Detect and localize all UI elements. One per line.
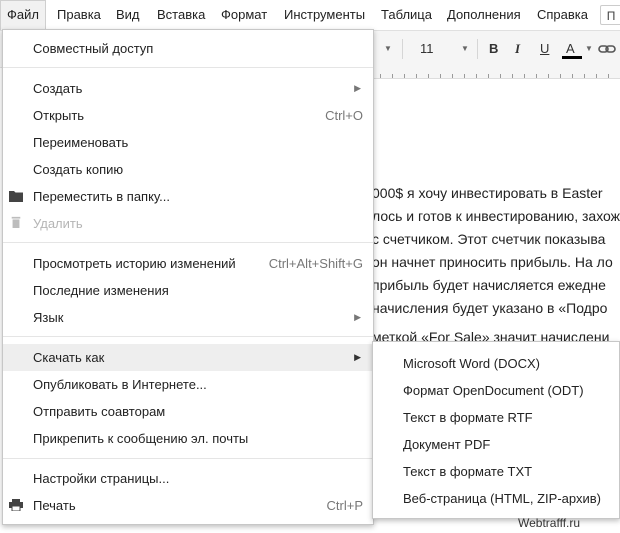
font-size-value[interactable]: 11 (420, 31, 434, 67)
menu-separator (3, 67, 373, 68)
menu-item-label: Язык (33, 310, 64, 325)
doc-line: лось и готов к инвестированию, захож (372, 208, 620, 224)
submenu-item-label: Документ PDF (403, 437, 491, 452)
text-color-dropdown-arrow-icon[interactable]: ▼ (585, 31, 593, 67)
submenu-item-label: Текст в формате RTF (403, 410, 533, 425)
menu-item-download-as[interactable]: Скачать как ▶ (3, 344, 373, 371)
menu-edit[interactable]: Правка (51, 0, 107, 30)
menu-item-label: Создать копию (33, 162, 124, 177)
link-icon[interactable] (598, 42, 618, 56)
menu-separator (3, 336, 373, 337)
menu-item-rename[interactable]: Переименовать (3, 129, 373, 156)
menu-tools[interactable]: Инструменты (278, 0, 371, 30)
menu-item-label: Переименовать (33, 135, 129, 150)
menu-item-move-to-folder[interactable]: Переместить в папку... (3, 183, 373, 210)
menu-item-email-attachment[interactable]: Прикрепить к сообщению эл. почты (3, 425, 373, 452)
download-docx[interactable]: Microsoft Word (DOCX) (373, 350, 619, 377)
menu-format[interactable]: Формат (215, 0, 273, 30)
text-color-indicator (562, 56, 582, 59)
menu-item-shortcut: Ctrl+P (326, 498, 363, 513)
menu-item-email-collaborators[interactable]: Отправить соавторам (3, 398, 373, 425)
menu-item-print[interactable]: Печать Ctrl+P (3, 492, 373, 519)
download-html-zip[interactable]: Веб-страница (HTML, ZIP-архив) (373, 485, 619, 512)
font-dropdown-arrow-icon[interactable]: ▼ (384, 31, 392, 67)
menu-item-page-setup[interactable]: Настройки страницы... (3, 465, 373, 492)
submenu-item-label: Формат OpenDocument (ODT) (403, 383, 584, 398)
download-pdf[interactable]: Документ PDF (373, 431, 619, 458)
menu-item-revision-history[interactable]: Просмотреть историю изменений Ctrl+Alt+S… (3, 250, 373, 277)
menu-item-label: Прикрепить к сообщению эл. почты (33, 431, 249, 446)
menu-separator (3, 458, 373, 459)
submenu-item-label: Веб-страница (HTML, ZIP-архив) (403, 491, 601, 506)
menu-item-open[interactable]: Открыть Ctrl+O (3, 102, 373, 129)
menu-item-label: Отправить соавторам (33, 404, 166, 419)
menu-item-label: Настройки страницы... (33, 471, 170, 486)
bold-button[interactable]: B (489, 31, 498, 67)
submenu-arrow-icon: ▶ (354, 352, 361, 362)
download-txt[interactable]: Текст в формате TXT (373, 458, 619, 485)
menu-item-shortcut: Ctrl+O (325, 108, 363, 123)
italic-button[interactable]: I (515, 31, 520, 67)
menu-item-delete: Удалить (3, 210, 373, 237)
menu-item-label: Удалить (33, 216, 83, 231)
menu-item-label: Переместить в папку... (33, 189, 170, 204)
menu-item-publish[interactable]: Опубликовать в Интернете... (3, 371, 373, 398)
watermark: Webtrafff.ru (518, 516, 581, 530)
submenu-arrow-icon: ▶ (354, 312, 361, 322)
menu-item-label: Печать (33, 498, 76, 513)
menu-item-recent-changes[interactable]: Последние изменения (3, 277, 373, 304)
extra-button[interactable]: П (600, 5, 620, 25)
menu-insert[interactable]: Вставка (151, 0, 211, 30)
doc-line: с счетчиком. Этот счетчик показыва (372, 231, 606, 247)
trash-icon (11, 216, 21, 228)
menu-item-label: Создать (33, 81, 83, 96)
menubar: Файл Правка Вид Вставка Формат Инструмен… (0, 0, 620, 30)
toolbar-divider (402, 39, 403, 59)
menu-item-label: Просмотреть историю изменений (33, 256, 236, 271)
download-odt[interactable]: Формат OpenDocument (ODT) (373, 377, 619, 404)
menu-item-create[interactable]: Создать ▶ (3, 75, 373, 102)
submenu-item-label: Текст в формате TXT (403, 464, 533, 479)
menu-item-make-copy[interactable]: Создать копию (3, 156, 373, 183)
toolbar-divider (477, 39, 478, 59)
menu-item-shortcut: Ctrl+Alt+Shift+G (268, 256, 363, 271)
menu-item-label: Открыть (33, 108, 85, 123)
ruler (372, 66, 620, 79)
menu-item-share[interactable]: Совместный доступ (3, 35, 373, 62)
submenu-arrow-icon: ▶ (354, 83, 361, 93)
menu-item-label: Скачать как (33, 350, 105, 365)
file-menu: Совместный доступ Создать ▶ Открыть Ctrl… (2, 29, 374, 525)
menu-item-label: Опубликовать в Интернете... (33, 377, 207, 392)
menu-view[interactable]: Вид (110, 0, 146, 30)
underline-button[interactable]: U (540, 31, 549, 67)
doc-line: начисления будет указано в «Подро (372, 300, 608, 316)
doc-line: он начнет приносить прибыль. На ло (372, 254, 613, 270)
folder-icon (9, 191, 23, 202)
menu-item-label: Совместный доступ (33, 41, 154, 56)
menu-file[interactable]: Файл (0, 0, 46, 30)
printer-icon (9, 499, 23, 511)
menu-help[interactable]: Справка (531, 0, 594, 30)
doc-line: 000$ я хочу инвестировать в Easter (372, 185, 603, 201)
doc-line: прибыль будет начисляется ежедне (372, 277, 606, 293)
menu-separator (3, 242, 373, 243)
font-size-dropdown-arrow-icon[interactable]: ▼ (461, 31, 469, 67)
download-rtf[interactable]: Текст в формате RTF (373, 404, 619, 431)
menu-addons[interactable]: Дополнения (441, 0, 527, 30)
menu-item-language[interactable]: Язык ▶ (3, 304, 373, 331)
menu-item-label: Последние изменения (33, 283, 169, 298)
menu-table[interactable]: Таблица (375, 0, 438, 30)
text-color-button[interactable]: A (566, 31, 575, 67)
submenu-item-label: Microsoft Word (DOCX) (403, 356, 540, 371)
download-as-submenu: Microsoft Word (DOCX) Формат OpenDocumen… (372, 341, 620, 519)
